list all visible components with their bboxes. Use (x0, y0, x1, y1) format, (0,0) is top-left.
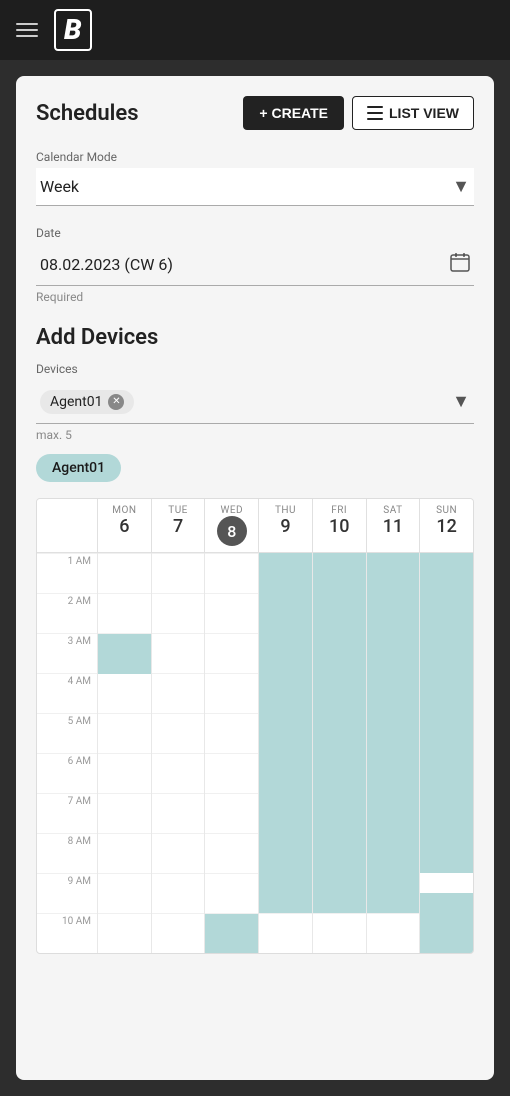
day-name-fri: FRI (315, 505, 364, 516)
day-header-thu: THU 9 (258, 499, 312, 553)
day-name-mon: MON (100, 505, 149, 516)
time-3am: 3 AM (37, 633, 97, 673)
header-actions: + CREATE LIST VIEW (243, 96, 474, 130)
day-header-tue: TUE 7 (151, 499, 205, 553)
calendar-body: 1 AM 2 AM 3 AM 4 AM 5 AM 6 AM 7 AM 8 AM … (37, 553, 473, 953)
day-num-sat: 11 (369, 516, 418, 537)
event-fri-allday[interactable] (313, 553, 366, 913)
day-name-wed: WED (207, 505, 256, 516)
logo-icon: B (54, 9, 92, 51)
calendar-mode-label: Calendar Mode (36, 150, 474, 164)
agent-badge: Agent01 (36, 454, 121, 482)
chevron-down-icon: ▼ (452, 176, 470, 197)
time-5am: 5 AM (37, 713, 97, 753)
day-num-tue: 7 (154, 516, 203, 537)
devices-chevron-icon: ▼ (452, 391, 470, 412)
add-devices-section: Add Devices Devices Agent01 ✕ ▼ max. 5 (36, 325, 474, 442)
calendar-mode-select[interactable]: Week ▼ (36, 168, 474, 206)
day-header-mon: MON 6 (97, 499, 151, 553)
day-name-tue: TUE (154, 505, 203, 516)
page-title: Schedules (36, 101, 139, 126)
day-col-mon (97, 553, 151, 953)
event-sat-allday[interactable] (367, 553, 420, 913)
time-4am: 4 AM (37, 673, 97, 713)
calendar-icon[interactable] (450, 252, 470, 277)
calendar-mode-value: Week (40, 177, 452, 196)
event-sun-late[interactable] (420, 893, 473, 953)
hamburger-icon[interactable] (16, 23, 38, 37)
create-button[interactable]: + CREATE (243, 96, 344, 130)
date-group: Date 08.02.2023 (CW 6) Required (36, 226, 474, 305)
day-header-wed: WED 8 (204, 499, 258, 553)
time-10am: 10 AM (37, 913, 97, 953)
day-num-mon: 6 (100, 516, 149, 537)
day-col-thu (258, 553, 312, 953)
agent01-tag-label: Agent01 (50, 394, 102, 410)
max-devices-text: max. 5 (36, 428, 474, 442)
day-name-sat: SAT (369, 505, 418, 516)
list-view-button[interactable]: LIST VIEW (352, 96, 474, 130)
list-view-label: LIST VIEW (389, 105, 459, 121)
time-8am: 8 AM (37, 833, 97, 873)
event-sun-allday[interactable] (420, 553, 473, 913)
day-header-fri: FRI 10 (312, 499, 366, 553)
day-num-sun: 12 (422, 516, 471, 537)
time-7am: 7 AM (37, 793, 97, 833)
devices-label: Devices (36, 362, 474, 376)
event-wed-10am[interactable] (205, 914, 258, 953)
date-field[interactable]: 08.02.2023 (CW 6) (36, 244, 474, 286)
event-thu-allday[interactable] (259, 553, 312, 913)
time-column-header (37, 499, 97, 553)
agent01-tag[interactable]: Agent01 ✕ (40, 390, 134, 414)
day-num-wed: 8 (217, 516, 247, 546)
card-header: Schedules + CREATE LIST VIEW (36, 96, 474, 130)
day-num-thu: 9 (261, 516, 310, 537)
event-sun-gap (420, 873, 473, 893)
date-value: 08.02.2023 (CW 6) (40, 255, 450, 274)
day-col-sun (419, 553, 473, 953)
day-col-wed (204, 553, 258, 953)
calendar-mode-group: Calendar Mode Week ▼ (36, 150, 474, 206)
day-col-tue (151, 553, 205, 953)
time-2am: 2 AM (37, 593, 97, 633)
day-name-thu: THU (261, 505, 310, 516)
topbar: B (0, 0, 510, 60)
required-text: Required (36, 290, 83, 304)
day-col-fri (312, 553, 366, 953)
devices-input[interactable]: Agent01 ✕ ▼ (36, 380, 474, 424)
time-9am: 9 AM (37, 873, 97, 913)
list-icon (367, 106, 383, 120)
event-mon-3am[interactable] (98, 634, 151, 674)
time-1am: 1 AM (37, 553, 97, 593)
main-card: Schedules + CREATE LIST VIEW Calendar Mo… (16, 76, 494, 1080)
calendar-header: MON 6 TUE 7 WED 8 THU 9 FRI 10 (37, 499, 473, 553)
time-6am: 6 AM (37, 753, 97, 793)
day-num-fri: 10 (315, 516, 364, 537)
day-header-sun: SUN 12 (419, 499, 473, 553)
date-label: Date (36, 226, 474, 240)
day-header-sat: SAT 11 (366, 499, 420, 553)
day-name-sun: SUN (422, 505, 471, 516)
time-labels: 1 AM 2 AM 3 AM 4 AM 5 AM 6 AM 7 AM 8 AM … (37, 553, 97, 953)
day-col-sat (366, 553, 420, 953)
add-devices-title: Add Devices (36, 325, 474, 350)
tag-close-icon[interactable]: ✕ (108, 394, 124, 410)
calendar: MON 6 TUE 7 WED 8 THU 9 FRI 10 (36, 498, 474, 954)
